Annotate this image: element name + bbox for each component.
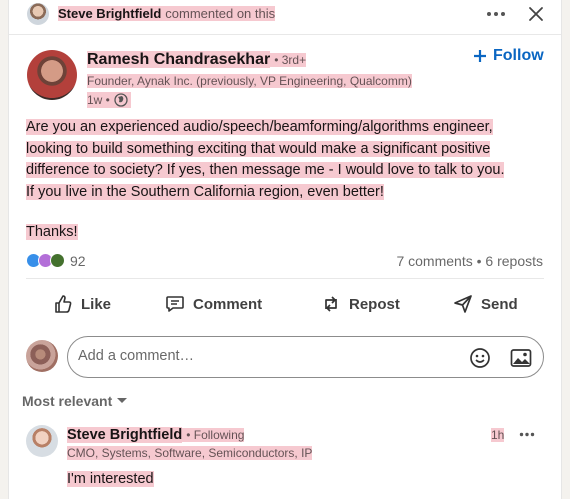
author-line: Ramesh Chandrasekhar • 3rd+ [87, 51, 307, 69]
comment-placeholder: Add a comment… [78, 348, 195, 364]
post-body: Are you an experienced audio/speech/beam… [26, 117, 551, 203]
post-body-line-1: Are you an experienced audio/speech/beam… [26, 119, 493, 135]
repost-label: Repost [349, 295, 400, 313]
author-headline: Founder, Aynak Inc. (previously, VP Engi… [87, 74, 412, 88]
comment-input[interactable]: Add a comment… [67, 336, 544, 378]
like-label: Like [81, 295, 112, 313]
plus-icon [474, 50, 486, 62]
author-avatar[interactable] [27, 50, 77, 100]
comment-button[interactable]: Comment [165, 294, 262, 314]
commenter-headline: CMO, Systems, Software, Semiconductors, … [67, 446, 313, 460]
comment-options-button[interactable] [516, 426, 538, 442]
close-icon [529, 7, 543, 21]
post-body-line-4: If you live in the Southern California r… [26, 183, 384, 200]
chevron-down-icon [117, 398, 128, 403]
sort-dropdown[interactable]: Most relevant [22, 393, 128, 409]
comment-text: I'm interested [67, 471, 154, 487]
divider [26, 278, 544, 279]
send-button[interactable]: Send [453, 294, 518, 314]
post-card: Steve Brightfield commented on this Rames… [8, 0, 562, 499]
notification-action: commented on this [161, 6, 276, 21]
send-icon [454, 295, 472, 313]
commenter-avatar[interactable] [26, 425, 58, 457]
follow-button[interactable]: Follow [473, 47, 544, 65]
send-label: Send [481, 295, 518, 313]
like-button[interactable]: Like [53, 294, 111, 314]
notification-text: Steve Brightfield commented on this [58, 6, 276, 21]
post-signoff-wrap: Thanks! [26, 224, 78, 240]
like-icon [55, 295, 72, 313]
post-body-line-2: looking to build something exciting that… [26, 140, 491, 157]
post-age: 1w • [87, 93, 110, 107]
ellipsis-icon [519, 432, 535, 436]
count-separator: • [476, 253, 482, 269]
post-meta: 1w • [87, 92, 131, 108]
reaction-icons [26, 253, 66, 269]
ellipsis-icon [487, 12, 505, 16]
image-button[interactable] [509, 346, 533, 370]
globe-icon [114, 93, 128, 107]
more-options-button[interactable] [484, 4, 508, 24]
repost-button[interactable]: Repost [321, 294, 400, 314]
commenter-name[interactable]: Steve Brightfield [67, 427, 183, 443]
reaction-count: 92 [70, 253, 86, 269]
author-degree: • 3rd+ [270, 53, 307, 67]
emoji-icon [470, 348, 490, 368]
follow-label: Follow [493, 47, 544, 64]
comments-count[interactable]: 7 comments [396, 253, 472, 269]
reposts-count[interactable]: 6 reposts [485, 253, 543, 269]
emoji-button[interactable] [468, 346, 492, 370]
repost-icon [325, 296, 337, 312]
comment-text-wrap: I'm interested [67, 471, 154, 487]
dismiss-button[interactable] [525, 4, 547, 24]
sort-label: Most relevant [22, 393, 113, 409]
post-signoff: Thanks! [26, 224, 78, 240]
notifier-name[interactable]: Steve Brightfield [58, 6, 162, 21]
reactions-summary[interactable]: 92 [26, 252, 86, 270]
support-reaction-icon [50, 253, 65, 268]
divider [9, 34, 561, 35]
engagement-counts: 7 comments • 6 reposts [396, 253, 543, 269]
commenter-line: Steve Brightfield • Following [67, 427, 245, 443]
image-icon [510, 349, 532, 367]
author-name[interactable]: Ramesh Chandrasekhar [87, 51, 271, 68]
post-body-line-3: difference to society? If yes, then mess… [26, 162, 505, 178]
current-user-avatar [26, 340, 58, 372]
comment-icon [166, 296, 184, 312]
notifier-avatar[interactable] [27, 3, 49, 25]
comment-age: 1h [491, 428, 505, 442]
comment-label: Comment [193, 295, 263, 313]
commenter-following: • Following [182, 428, 245, 442]
